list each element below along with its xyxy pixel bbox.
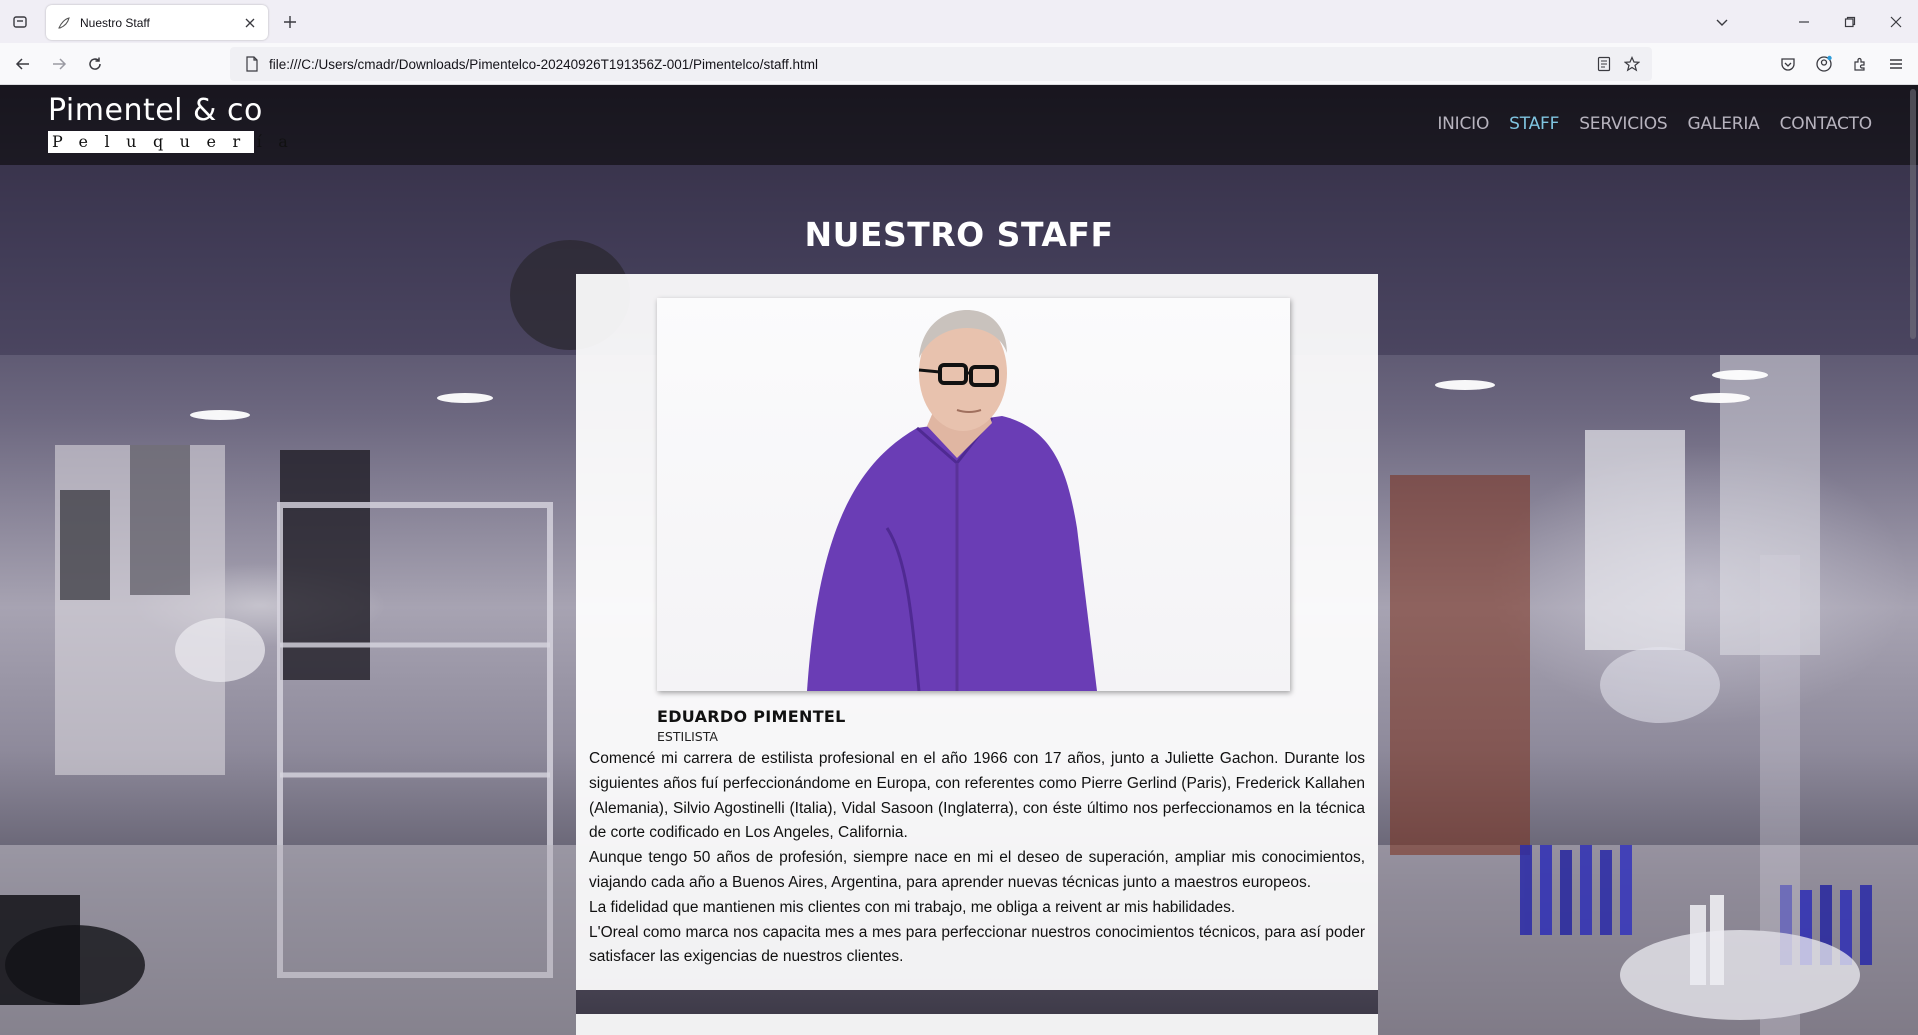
restore-icon[interactable] [1832,8,1868,36]
staff-portrait-illustration [807,310,1097,691]
page-icon [237,49,267,79]
back-icon[interactable] [9,50,37,78]
bio-paragraph: La fidelidad que mantienen mis clientes … [589,898,1236,916]
browser-tab[interactable]: Nuestro Staff [46,5,268,40]
close-window-icon[interactable] [1878,8,1914,36]
close-tab-icon[interactable] [240,13,260,33]
nav-contacto[interactable]: CONTACTO [1780,114,1873,134]
extensions-icon[interactable] [1846,50,1874,78]
url-bar[interactable]: file:///C:/Users/cmadr/Downloads/Pimente… [230,47,1652,81]
bio-paragraph: Comencé mi carrera de estilista profesio… [589,750,1365,842]
bio-paragraph: Aunque tengo 50 años de profesión, siemp… [589,849,1365,891]
page-title: NUESTRO STAFF [804,215,1114,254]
nav-galeria[interactable]: GALERIA [1688,114,1760,134]
next-staff-card [576,1014,1378,1035]
tab-list-icon[interactable] [8,10,32,34]
browser-tabbar: Nuestro Staff [0,0,1918,43]
feather-icon [56,15,72,31]
nav-staff[interactable]: STAFF [1509,114,1559,134]
staff-card: EDUARDO PIMENTEL ESTILISTA Comencé mi ca… [576,274,1378,990]
bookmark-star-icon[interactable] [1618,50,1646,78]
staff-bio: Comencé mi carrera de estilista profesio… [589,747,1365,970]
tab-title: Nuestro Staff [80,15,150,30]
nav-servicios[interactable]: SERVICIOS [1579,114,1668,134]
page-scrollbar[interactable] [1910,89,1916,339]
reload-icon[interactable] [81,50,109,78]
staff-name: EDUARDO PIMENTEL [657,707,846,726]
chevron-down-icon[interactable] [1704,8,1740,36]
url-text: file:///C:/Users/cmadr/Downloads/Pimente… [269,56,819,72]
site-nav: INICIO STAFF SERVICIOS GALERIA CONTACTO [1437,114,1872,134]
nav-inicio[interactable]: INICIO [1437,114,1489,134]
logo-subtitle: Peluquería [48,131,288,153]
account-icon[interactable] [1810,50,1838,78]
web-page: Pimentel & co Peluquería INICIO STAFF SE… [0,85,1918,1035]
site-logo[interactable]: Pimentel & co Peluquería [48,93,288,153]
staff-role: ESTILISTA [657,729,718,744]
forward-icon[interactable] [45,50,73,78]
new-tab-icon[interactable] [278,10,302,34]
browser-navbar: file:///C:/Users/cmadr/Downloads/Pimente… [0,43,1918,85]
reader-view-icon[interactable] [1590,50,1618,78]
logo-name: Pimentel & co [48,93,263,128]
minimize-icon[interactable] [1786,8,1822,36]
pocket-icon[interactable] [1774,50,1802,78]
staff-photo [657,298,1290,691]
bio-paragraph: L'Oreal como marca nos capacita mes a me… [589,923,1365,966]
site-header: Pimentel & co Peluquería INICIO STAFF SE… [0,85,1918,165]
menu-icon[interactable] [1882,50,1910,78]
